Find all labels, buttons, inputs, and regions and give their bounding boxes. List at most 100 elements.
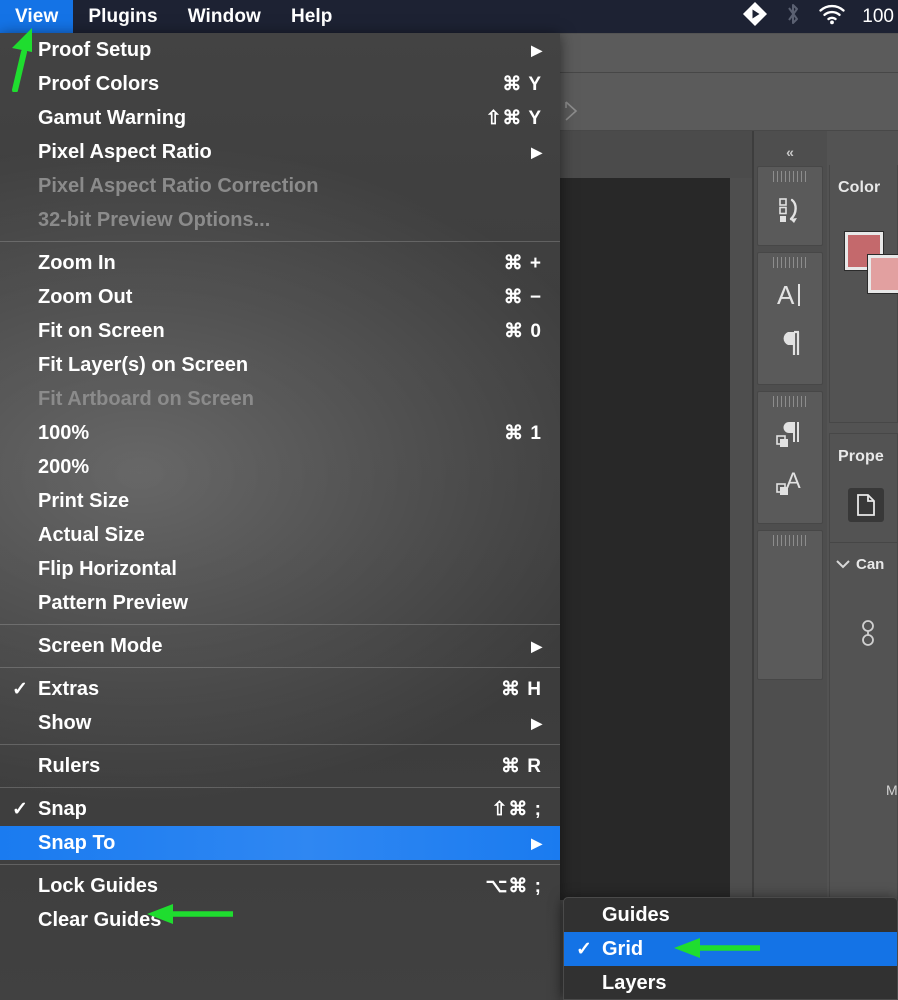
menu-bar-item-view[interactable]: View	[0, 0, 74, 33]
menu-item-label: Pixel Aspect Ratio Correction	[38, 174, 319, 197]
canvas-area[interactable]	[560, 178, 730, 900]
panel-grip-icon[interactable]	[773, 395, 807, 408]
submenu-item-label: Guides	[602, 903, 670, 926]
menu-item-label: Proof Colors	[38, 72, 160, 95]
menu-item-label: Clear Guides	[38, 908, 162, 931]
menu-item-print-size[interactable]: Print Size	[0, 484, 560, 518]
submenu-arrow-icon: ▶	[531, 637, 542, 654]
color-panel-title: Color	[838, 179, 881, 196]
menu-item-gamut-warning[interactable]: Gamut Warning ⇧⌘ Y	[0, 101, 560, 135]
menu-item-label: Fit on Screen	[38, 319, 165, 342]
diamond-play-icon[interactable]	[742, 1, 768, 32]
menu-separator	[0, 624, 560, 625]
menu-item-shortcut: ⌘ 0	[504, 320, 542, 342]
menu-bar-item-help[interactable]: Help	[276, 0, 348, 33]
menu-item-label: Snap	[38, 797, 87, 820]
snap-to-submenu[interactable]: Guides ✓ Grid Layers	[563, 897, 898, 1000]
properties-panel-title: Prope	[838, 448, 884, 465]
submenu-arrow-icon: ▶	[531, 714, 542, 731]
paragraph-panel-icon[interactable]	[758, 321, 822, 365]
properties-divider	[830, 542, 898, 543]
menu-item-label: Actual Size	[38, 523, 145, 546]
svg-text:A: A	[786, 468, 801, 493]
canvas-scrollbar[interactable]	[733, 178, 747, 900]
menu-item-shortcut: ⇧⌘ ;	[491, 798, 542, 820]
submenu-arrow-icon: ▶	[531, 41, 542, 58]
menu-item-fit-on-screen[interactable]: Fit on Screen ⌘ 0	[0, 314, 560, 348]
history-icon[interactable]	[758, 183, 822, 235]
wifi-icon[interactable]	[818, 3, 846, 30]
menu-item-proof-setup[interactable]: Proof Setup ▶	[0, 33, 560, 67]
menu-item-zoom-out[interactable]: Zoom Out ⌘ −	[0, 280, 560, 314]
menu-separator	[0, 787, 560, 788]
menu-item-shortcut: ⌘ R	[501, 755, 542, 777]
menu-item-pixel-aspect-ratio[interactable]: Pixel Aspect Ratio ▶	[0, 135, 560, 169]
document-tab-bar[interactable]	[560, 131, 753, 178]
menu-item-label: Show	[38, 711, 92, 734]
svg-text:A: A	[777, 280, 795, 310]
menu-item-extras[interactable]: ✓ Extras ⌘ H	[0, 672, 560, 706]
menu-item-screen-mode[interactable]: Screen Mode ▶	[0, 629, 560, 663]
bluetooth-icon[interactable]	[784, 1, 802, 32]
document-properties-icon[interactable]	[848, 488, 884, 522]
menu-item-label: Zoom Out	[38, 285, 133, 308]
mac-menu-bar: View Plugins Window Help 100	[0, 0, 898, 33]
menu-item-label: Flip Horizontal	[38, 557, 177, 580]
character-styles-icon[interactable]: A	[758, 460, 822, 504]
submenu-item-grid[interactable]: ✓ Grid	[564, 932, 897, 966]
menu-item-pattern-preview[interactable]: Pattern Preview	[0, 586, 560, 620]
panel-grip-icon[interactable]	[773, 170, 807, 183]
properties-canvas-section[interactable]: Can	[836, 556, 884, 573]
menu-item-fit-layer-s-on-screen[interactable]: Fit Layer(s) on Screen	[0, 348, 560, 382]
collapse-panels-button[interactable]: «	[753, 140, 827, 164]
character-panel-icon[interactable]: A	[758, 269, 822, 321]
menu-item-snap-to[interactable]: Snap To ▶	[0, 826, 560, 860]
properties-truncated-label: M	[886, 782, 898, 798]
screenshot-root: « A A Color Prope Can M View Plugins Win…	[0, 0, 898, 1000]
menu-item-label: Print Size	[38, 489, 130, 512]
submenu-item-guides[interactable]: Guides	[564, 898, 897, 932]
menu-bar-item-plugins[interactable]: Plugins	[73, 0, 172, 33]
link-constrain-icon[interactable]	[858, 618, 878, 653]
dock-group-styles: A	[757, 391, 823, 524]
submenu-item-layers[interactable]: Layers	[564, 966, 897, 999]
menu-item-rulers[interactable]: Rulers ⌘ R	[0, 749, 560, 783]
dock-group-extra	[757, 530, 823, 680]
menu-item-label: Extras	[38, 677, 100, 700]
menu-item-actual-size[interactable]: Actual Size	[0, 518, 560, 552]
menu-item-200[interactable]: 200%	[0, 450, 560, 484]
menu-bar-item-window[interactable]: Window	[173, 0, 276, 33]
menu-item-clear-guides[interactable]: Clear Guides	[0, 903, 560, 937]
view-dropdown-menu[interactable]: Proof Setup ▶ Proof Colors ⌘ Y Gamut Warning…	[0, 33, 560, 1000]
menu-item-zoom-in[interactable]: Zoom In ⌘ +	[0, 246, 560, 280]
menu-separator	[0, 667, 560, 668]
menu-item-label: Fit Layer(s) on Screen	[38, 353, 249, 376]
panel-grip-icon[interactable]	[773, 534, 807, 547]
battery-percentage[interactable]: 100	[862, 6, 894, 28]
menu-item-label: Screen Mode	[38, 634, 163, 657]
submenu-item-label: Layers	[602, 971, 667, 994]
checkmark-icon: ✓	[12, 798, 28, 820]
background-color-swatch[interactable]	[867, 254, 898, 294]
menu-item-label: Fit Artboard on Screen	[38, 387, 254, 410]
menu-item-label: Rulers	[38, 754, 101, 777]
pen-tool-icon[interactable]	[563, 100, 581, 122]
menu-item-show[interactable]: Show ▶	[0, 706, 560, 740]
menu-item-proof-colors[interactable]: Proof Colors ⌘ Y	[0, 67, 560, 101]
menu-item-flip-horizontal[interactable]: Flip Horizontal	[0, 552, 560, 586]
menu-item-label: 200%	[38, 455, 90, 478]
menu-item-label: Proof Setup	[38, 38, 152, 61]
paragraph-styles-icon[interactable]	[758, 408, 822, 460]
menu-item-snap[interactable]: ✓ Snap ⇧⌘ ;	[0, 792, 560, 826]
menu-item-100[interactable]: 100% ⌘ 1	[0, 416, 560, 450]
panel-grip-icon[interactable]	[773, 256, 807, 269]
submenu-arrow-icon: ▶	[531, 143, 542, 160]
menu-item-lock-guides[interactable]: Lock Guides ⌥⌘ ;	[0, 869, 560, 903]
menu-item-label: Pattern Preview	[38, 591, 189, 614]
menu-item-label: Zoom In	[38, 251, 116, 274]
menu-separator	[0, 241, 560, 242]
color-panel: Color	[829, 165, 898, 423]
menu-item-label: Lock Guides	[38, 874, 159, 897]
dock-group-history	[757, 166, 823, 246]
menu-item-shortcut: ⌘ H	[501, 678, 542, 700]
